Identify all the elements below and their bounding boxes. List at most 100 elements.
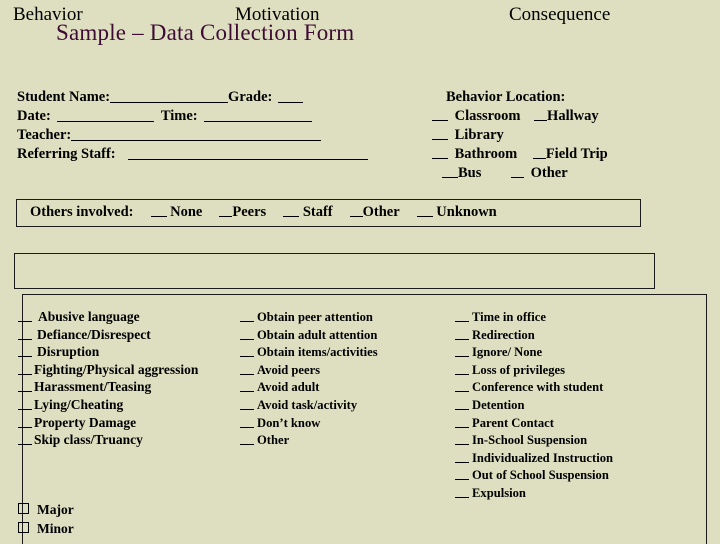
grade-input[interactable]	[278, 89, 304, 103]
option-row[interactable]: Expulsion	[455, 485, 613, 503]
option-row[interactable]: Conference with student	[455, 379, 613, 397]
checkbox-hallway[interactable]	[534, 109, 548, 121]
checkbox-motivation-2[interactable]	[240, 346, 254, 358]
label-bus: Bus	[458, 165, 482, 181]
checkbox-consequence-0[interactable]	[455, 311, 469, 322]
option-row[interactable]: Other	[240, 432, 378, 450]
referring-staff-input[interactable]	[127, 146, 368, 160]
checkbox-consequence-1[interactable]	[455, 329, 469, 340]
checkbox-other-involved[interactable]	[349, 205, 363, 217]
checkbox-consequence-4[interactable]	[455, 381, 469, 393]
label-major: Major	[37, 502, 74, 517]
option-row[interactable]: Disruption	[18, 343, 198, 361]
label-staff: Staff	[302, 204, 333, 220]
option-row[interactable]: Avoid task/activity	[240, 397, 378, 415]
checkbox-consequence-9[interactable]	[455, 469, 469, 481]
option-row[interactable]: Parent Contact	[455, 415, 613, 433]
label-consequence-10: Expulsion	[472, 485, 526, 500]
label-consequence-5: Detention	[472, 397, 525, 412]
label-behavior-1: Defiance/Disrespect	[37, 326, 151, 342]
option-row[interactable]: Fighting/Physical aggression	[18, 361, 198, 379]
option-row[interactable]: Obtain items/activities	[240, 344, 378, 362]
option-row[interactable]: Ignore/ None	[455, 344, 613, 362]
severity-row-minor[interactable]: Minor	[18, 519, 74, 538]
column-header-box	[14, 253, 655, 289]
checkbox-field-trip[interactable]	[532, 147, 546, 159]
checkbox-peers[interactable]	[219, 205, 233, 217]
checkbox-other-location[interactable]	[511, 166, 525, 178]
motivation-options-column: Obtain peer attention Obtain adult atten…	[240, 309, 378, 450]
checkbox-motivation-4[interactable]	[240, 381, 254, 393]
label-behavior-7: Skip class/Truancy	[34, 432, 143, 448]
checkbox-motivation-1[interactable]	[240, 329, 254, 340]
checkbox-consequence-6[interactable]	[455, 417, 469, 428]
student-info-block: Student Name: Grade: Date: Time: Teacher: …	[17, 88, 368, 164]
date-input[interactable]	[56, 108, 154, 122]
checkbox-behavior-6[interactable]	[18, 417, 32, 428]
option-row[interactable]: Lying/Cheating	[18, 396, 198, 414]
teacher-input[interactable]	[71, 127, 322, 141]
checkbox-consequence-2[interactable]	[455, 346, 469, 358]
option-row[interactable]: Time in office	[455, 309, 613, 327]
checkbox-motivation-0[interactable]	[240, 311, 254, 322]
checkbox-library[interactable]	[432, 128, 448, 140]
checkbox-none[interactable]	[150, 205, 167, 217]
option-row[interactable]: Defiance/Disrespect	[18, 326, 198, 344]
label-behavior-3: Fighting/Physical aggression	[34, 361, 199, 377]
checkbox-consequence-8[interactable]	[455, 452, 469, 463]
checkbox-classroom[interactable]	[432, 109, 448, 121]
checkbox-behavior-2[interactable]	[18, 346, 32, 358]
slide-canvas: Sample – Data Collection Form Student Na…	[0, 0, 720, 544]
checkbox-behavior-1[interactable]	[18, 329, 32, 340]
checkbox-motivation-7[interactable]	[240, 434, 254, 446]
label-behavior-6: Property Damage	[34, 414, 137, 430]
option-row[interactable]: Obtain adult attention	[240, 327, 378, 345]
student-name-row: Student Name: Grade:	[17, 88, 368, 107]
checkbox-behavior-3[interactable]	[18, 364, 32, 375]
checkbox-motivation-5[interactable]	[240, 399, 254, 410]
checkbox-motivation-6[interactable]	[240, 417, 254, 428]
checkbox-behavior-0[interactable]	[18, 311, 32, 322]
checkbox-consequence-3[interactable]	[455, 364, 469, 375]
checkbox-motivation-3[interactable]	[240, 364, 254, 375]
severity-row-major[interactable]: Major	[18, 500, 74, 519]
label-behavior-2: Disruption	[37, 344, 100, 360]
option-row[interactable]: Harassment/Teasing	[18, 378, 198, 396]
label-other-location: Other	[530, 165, 568, 181]
checkbox-minor-icon[interactable]	[18, 522, 29, 533]
option-row[interactable]: Skip class/Truancy	[18, 431, 198, 449]
label-motivation-7: Other	[257, 433, 290, 448]
column-header-consequence: Consequence	[509, 4, 611, 25]
student-name-input[interactable]	[110, 89, 229, 103]
checkbox-bus[interactable]	[442, 166, 458, 178]
checkbox-consequence-7[interactable]	[455, 434, 469, 446]
checkbox-bathroom[interactable]	[432, 147, 448, 159]
option-row[interactable]: Avoid peers	[240, 362, 378, 380]
label-consequence-9: Out of School Suspension	[472, 468, 609, 483]
option-row[interactable]: Obtain peer attention	[240, 309, 378, 327]
behavior-location-heading: Behavior Location:	[446, 89, 566, 105]
checkbox-consequence-5[interactable]	[455, 399, 469, 410]
option-row[interactable]: Loss of privileges	[455, 362, 613, 380]
checkbox-behavior-5[interactable]	[18, 399, 32, 410]
checkbox-consequence-10[interactable]	[455, 487, 469, 498]
checkbox-behavior-7[interactable]	[18, 434, 32, 446]
label-library: Library	[454, 127, 504, 143]
option-row[interactable]: Redirection	[455, 327, 613, 345]
option-row[interactable]: Property Damage	[18, 414, 198, 432]
checkbox-major-icon[interactable]	[18, 503, 29, 514]
label-motivation-4: Avoid adult	[257, 380, 320, 395]
option-row[interactable]: Abusive language	[18, 308, 198, 326]
option-row[interactable]: Detention	[455, 397, 613, 415]
option-row[interactable]: Individualized Instruction	[455, 450, 613, 468]
time-input[interactable]	[203, 108, 312, 122]
checkbox-staff[interactable]	[283, 205, 300, 217]
others-involved-box: Others involved: None Peers Staff Other Un…	[16, 199, 641, 227]
option-row[interactable]: Out of School Suspension	[455, 467, 613, 485]
label-bathroom: Bathroom	[454, 146, 518, 162]
option-row[interactable]: Don’t know	[240, 415, 378, 433]
checkbox-unknown[interactable]	[416, 205, 433, 217]
checkbox-behavior-4[interactable]	[18, 381, 32, 393]
option-row[interactable]: In-School Suspension	[455, 432, 613, 450]
option-row[interactable]: Avoid adult	[240, 379, 378, 397]
